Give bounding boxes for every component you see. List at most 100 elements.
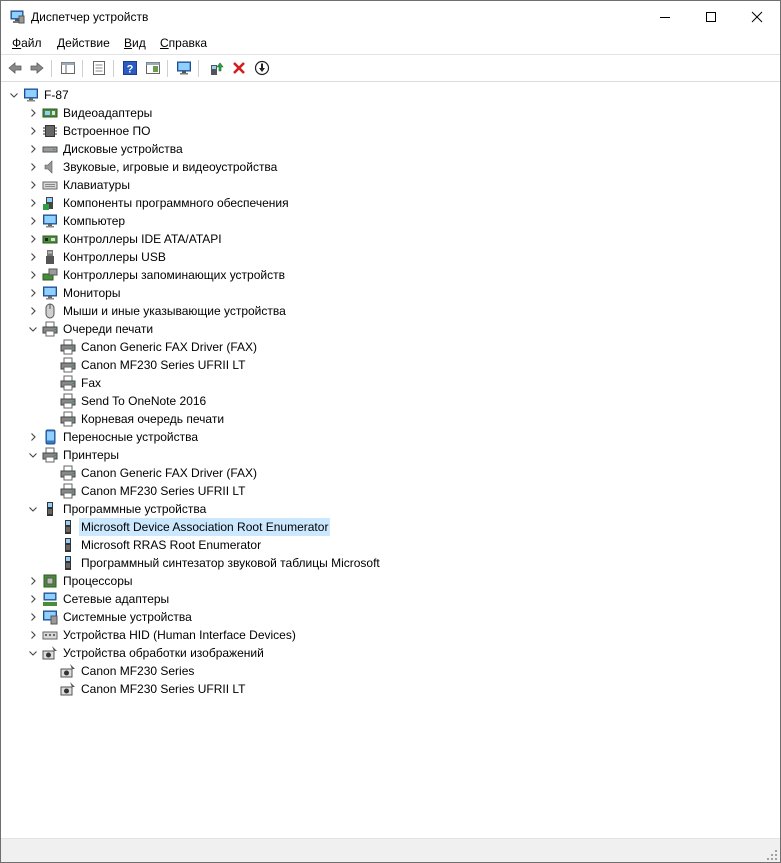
forward-arrow-icon — [30, 62, 44, 74]
expand-chevron-icon[interactable] — [27, 590, 39, 608]
collapse-chevron-icon[interactable] — [27, 446, 39, 464]
collapse-chevron-icon[interactable] — [27, 500, 39, 518]
collapse-chevron-icon[interactable] — [27, 644, 39, 662]
expand-chevron-icon[interactable] — [27, 302, 39, 320]
back-button[interactable] — [5, 58, 25, 78]
menu-view[interactable]: Вид — [124, 35, 146, 51]
action-view-button[interactable] — [143, 58, 163, 78]
tree-device-item[interactable]: Программный синтезатор звуковой таблицы … — [60, 554, 382, 572]
title-bar[interactable]: Диспетчер устройств — [1, 1, 780, 32]
menu-file[interactable]: Файл — [12, 35, 42, 51]
tree-item-label: Microsoft RRAS Root Enumerator — [81, 538, 262, 552]
tree-category[interactable]: Устройства HID (Human Interface Devices) — [27, 626, 298, 644]
software-device-icon — [42, 501, 58, 517]
tree-device-item[interactable]: Fax — [60, 374, 103, 392]
tree-category[interactable]: Очереди печати — [27, 320, 155, 338]
disable-device-button[interactable] — [252, 58, 272, 78]
tree-item-label: Canon MF230 Series UFRII LT — [81, 358, 246, 372]
tree-item-label: Canon MF230 Series UFRII LT — [81, 682, 246, 696]
uninstall-device-button[interactable] — [229, 58, 249, 78]
expand-chevron-icon[interactable] — [27, 158, 39, 176]
toolbar-separator — [167, 60, 168, 77]
expand-chevron-icon[interactable] — [27, 140, 39, 158]
close-button[interactable] — [734, 1, 780, 32]
monitor-icon — [42, 285, 58, 301]
menu-bar: Файл Действие Вид Справка — [1, 32, 780, 53]
scan-hardware-changes-button[interactable] — [174, 58, 194, 78]
menu-help[interactable]: Справка — [160, 35, 207, 51]
tree-category[interactable]: Системные устройства — [27, 608, 194, 626]
tree-category[interactable]: Дисковые устройства — [27, 140, 185, 158]
expand-chevron-icon[interactable] — [27, 248, 39, 266]
device-manager-app-icon — [9, 9, 25, 25]
tree-category[interactable]: Процессоры — [27, 572, 135, 590]
expand-chevron-icon[interactable] — [27, 194, 39, 212]
storage-controller-icon — [42, 267, 58, 283]
processor-icon — [42, 573, 58, 589]
update-driver-icon — [211, 62, 224, 75]
properties-icon — [93, 61, 105, 75]
toolbar-separator — [51, 60, 52, 77]
collapse-chevron-icon[interactable] — [27, 320, 39, 338]
expand-chevron-icon[interactable] — [27, 104, 39, 122]
printer-icon — [60, 357, 76, 373]
expand-chevron-icon[interactable] — [27, 608, 39, 626]
toolbar-separator — [198, 60, 199, 77]
tree-device-item[interactable]: Canon MF230 Series UFRII LT — [60, 482, 248, 500]
printer-icon — [60, 393, 76, 409]
imaging-device-icon — [42, 645, 58, 661]
menu-action[interactable]: Действие — [57, 35, 110, 51]
tree-item-label: Canon MF230 Series — [81, 664, 195, 678]
software-device-icon — [60, 519, 76, 535]
tree-category[interactable]: Переносные устройства — [27, 428, 200, 446]
tree-category[interactable]: Контроллеры запоминающих устройств — [27, 266, 287, 284]
show-hide-console-tree-button[interactable] — [58, 58, 78, 78]
expand-chevron-icon[interactable] — [27, 626, 39, 644]
tree-category[interactable]: Контроллеры IDE ATA/ATAPI — [27, 230, 224, 248]
firmware-icon — [42, 123, 58, 139]
minimize-button[interactable] — [642, 1, 688, 32]
update-driver-button[interactable] — [206, 58, 226, 78]
expand-chevron-icon[interactable] — [27, 266, 39, 284]
tree-category[interactable]: Компоненты программного обеспечения — [27, 194, 291, 212]
tree-device-item[interactable]: Canon Generic FAX Driver (FAX) — [60, 338, 259, 356]
expand-chevron-icon[interactable] — [27, 176, 39, 194]
properties-button[interactable] — [89, 58, 109, 78]
maximize-button[interactable] — [688, 1, 734, 32]
forward-button[interactable] — [27, 58, 47, 78]
tree-category[interactable]: Программные устройства — [27, 500, 208, 518]
tree-category[interactable]: Контроллеры USB — [27, 248, 168, 266]
tree-category[interactable]: Устройства обработки изображений — [27, 644, 266, 662]
tree-device-item[interactable]: Microsoft Device Association Root Enumer… — [60, 518, 331, 536]
tree-device-item[interactable]: Canon MF230 Series UFRII LT — [60, 356, 248, 374]
tree-category[interactable]: Компьютер — [27, 212, 127, 230]
device-tree[interactable]: F-87 Видеоадаптеры Встроенное ПО Дисковые у… — [1, 81, 780, 838]
view-pane-icon — [146, 62, 160, 74]
collapse-chevron-icon[interactable] — [8, 86, 20, 104]
expand-chevron-icon[interactable] — [27, 212, 39, 230]
tree-category[interactable]: Звуковые, игровые и видеоустройства — [27, 158, 279, 176]
tree-root-computer[interactable]: F-87 — [8, 86, 71, 104]
tree-device-item[interactable]: Canon MF230 Series UFRII LT — [60, 680, 248, 698]
tree-category[interactable]: Мыши и иные указывающие устройства — [27, 302, 288, 320]
tree-category[interactable]: Мониторы — [27, 284, 122, 302]
help-button[interactable]: ? — [120, 58, 140, 78]
resize-grip-icon[interactable] — [766, 849, 778, 861]
tree-device-item[interactable]: Canon Generic FAX Driver (FAX) — [60, 464, 259, 482]
tree-category[interactable]: Видеоадаптеры — [27, 104, 154, 122]
tree-device-item[interactable]: Microsoft RRAS Root Enumerator — [60, 536, 263, 554]
tree-item-label: Мониторы — [63, 286, 121, 300]
tree-device-item[interactable]: Send To OneNote 2016 — [60, 392, 208, 410]
tree-device-item[interactable]: Корневая очередь печати — [60, 410, 226, 428]
expand-chevron-icon[interactable] — [27, 230, 39, 248]
expand-chevron-icon[interactable] — [27, 428, 39, 446]
tree-category[interactable]: Сетевые адаптеры — [27, 590, 171, 608]
tree-item-label: Устройства обработки изображений — [63, 646, 264, 660]
expand-chevron-icon[interactable] — [27, 572, 39, 590]
tree-device-item[interactable]: Canon MF230 Series — [60, 662, 196, 680]
tree-category[interactable]: Встроенное ПО — [27, 122, 152, 140]
tree-category[interactable]: Принтеры — [27, 446, 121, 464]
expand-chevron-icon[interactable] — [27, 122, 39, 140]
expand-chevron-icon[interactable] — [27, 284, 39, 302]
tree-category[interactable]: Клавиатуры — [27, 176, 132, 194]
